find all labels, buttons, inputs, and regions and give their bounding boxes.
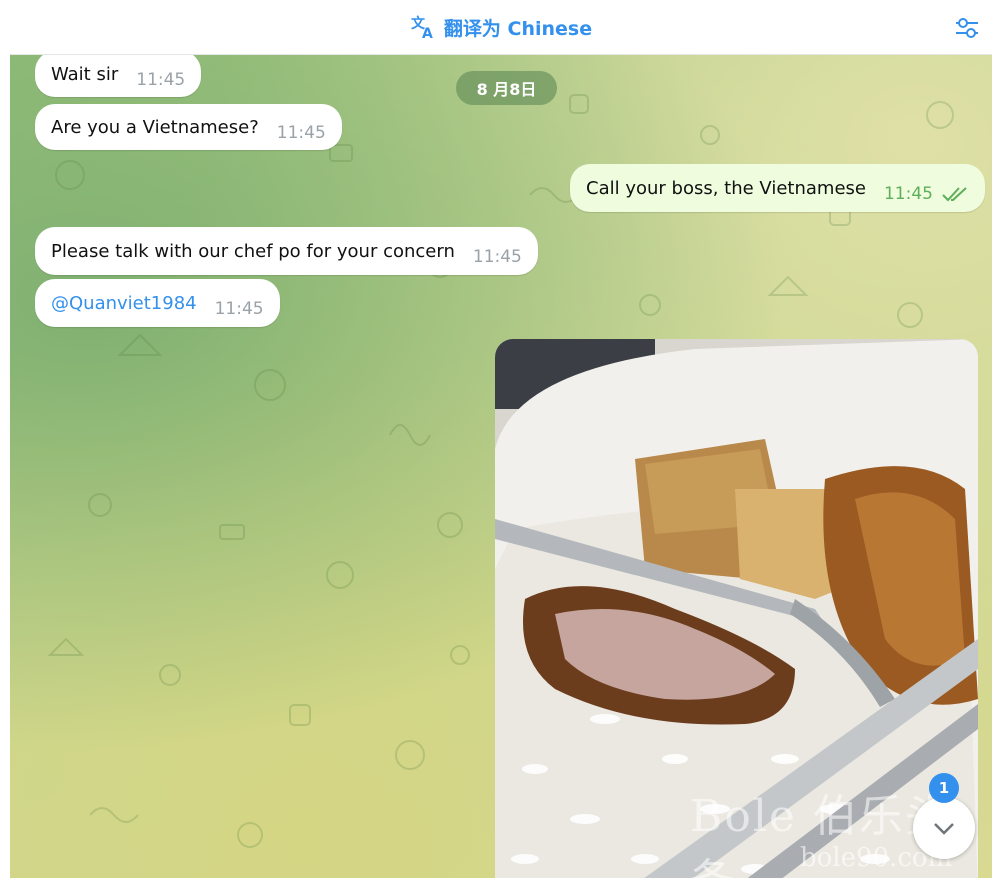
message-time: 11:45	[276, 123, 326, 143]
outgoing-message-bubble[interactable]: Call your boss, the Vietnamese 11:45	[570, 164, 985, 212]
chevron-down-icon	[934, 823, 954, 835]
mention-link[interactable]: @Quanviet1984	[51, 293, 197, 314]
chat-area[interactable]: 8 月8日 Wait sir 11:45 Are you a Vietnames…	[10, 55, 992, 878]
message-bubble[interactable]: Wait sir 11:45	[35, 55, 202, 97]
message-time: 11:45	[472, 247, 522, 267]
message-text: Please talk with our chef po for your co…	[51, 240, 455, 262]
message-bubble[interactable]: Are you a Vietnamese? 11:45	[35, 104, 342, 150]
message-text: Wait sir	[51, 63, 119, 85]
unread-badge: 1	[929, 773, 959, 803]
message-bubble[interactable]: @Quanviet1984 11:45	[35, 279, 280, 327]
translate-bar[interactable]: 文 A 翻译为 Chinese	[410, 14, 592, 41]
message-time: 11:45	[214, 299, 264, 319]
translate-icon: 文 A	[411, 15, 433, 40]
translate-label: 翻译为 Chinese	[443, 17, 593, 40]
message-time: 11:45	[136, 70, 186, 90]
message-text: Are you a Vietnamese?	[51, 116, 259, 138]
message-text: Call your boss, the Vietnamese	[586, 177, 866, 199]
filter-icon[interactable]	[954, 15, 980, 41]
date-chip: 8 月8日	[456, 71, 557, 105]
svg-text:A: A	[422, 26, 433, 40]
double-check-icon	[942, 187, 967, 202]
scroll-down-button[interactable]	[913, 797, 975, 859]
message-time: 11:45	[883, 184, 933, 204]
message-bubble[interactable]: Please talk with our chef po for your co…	[35, 227, 538, 275]
chat-header: 文 A 翻译为 Chinese	[10, 0, 992, 55]
